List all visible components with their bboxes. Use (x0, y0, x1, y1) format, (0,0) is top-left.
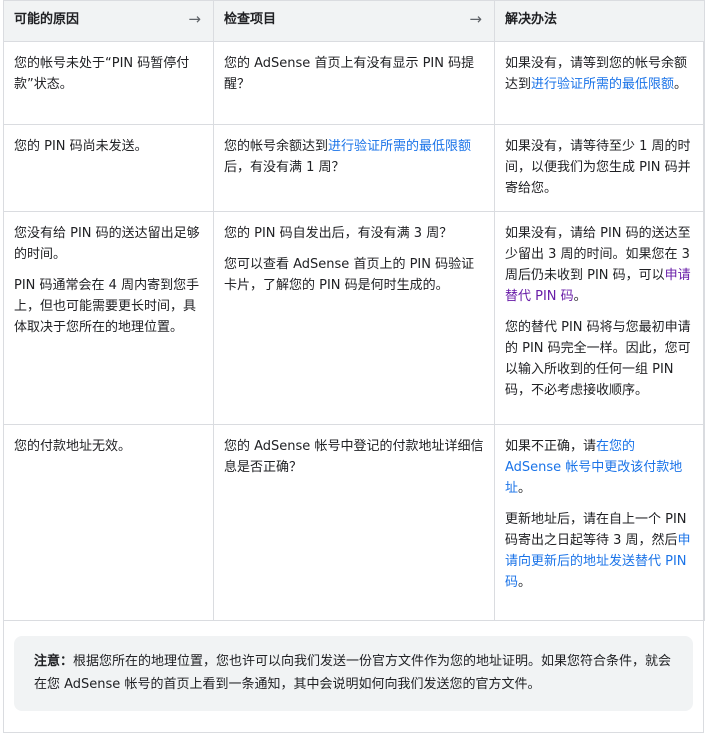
arrow-right-icon: → (469, 10, 482, 28)
header-check: 检查项目 → (213, 0, 495, 42)
header-fix: 解决办法 (494, 0, 705, 42)
fix-text: 如果没有，请给 PIN 码的送达至少留出 3 周的时间。如果您在 3 周后仍未收… (505, 223, 694, 307)
fix-text: 如果没有，请等到您的帐号余额达到进行验证所需的最低限额。 (505, 53, 694, 95)
check-text: 您的 AdSense 首页上有没有显示 PIN 码提醒？ (224, 56, 475, 92)
note-box: 注意：根据您所在的地理位置，您也许可以向我们发送一份官方文件作为您的地址证明。如… (14, 636, 693, 711)
check-text-suffix: 后，有没有满 1 周？ (224, 160, 345, 175)
cause-cell: 您没有给 PIN 码的送达留出足够的时间。 PIN 码通常会在 4 周内寄到您手… (3, 211, 214, 425)
check-text: 您的 PIN 码自发出后，有没有满 3 周？ (224, 226, 453, 241)
check-cell: 您的 AdSense 帐号中登记的付款地址详细信息是否正确？ (213, 424, 495, 621)
fix-text-suffix: 。 (573, 289, 587, 304)
cause-text: 您没有给 PIN 码的送达留出足够的时间。 (14, 226, 200, 262)
fix-cell: 如果没有，请给 PIN 码的送达至少留出 3 周的时间。如果您在 3 周后仍未收… (494, 211, 705, 425)
check-cell: 您的帐号余额达到进行验证所需的最低限额后，有没有满 1 周？ (213, 124, 495, 212)
fix-text-suffix: 。 (674, 77, 688, 92)
cause-text: 您的帐号未处于“PIN 码暂停付款”状态。 (14, 56, 190, 92)
fix-text: 如果不正确，请在您的 AdSense 帐号中更改该付款地址。 (505, 436, 694, 499)
fix-text-prefix: 如果没有，请给 PIN 码的送达至少留出 3 周的时间。如果您在 3 周后仍未收… (505, 226, 691, 283)
check-text: 您的 AdSense 帐号中登记的付款地址详细信息是否正确？ (224, 439, 484, 475)
check-detail-text: 您可以查看 AdSense 首页上的 PIN 码验证卡片，了解您的 PIN 码是… (224, 257, 475, 293)
table-row: 您没有给 PIN 码的送达留出足够的时间。 PIN 码通常会在 4 周内寄到您手… (3, 211, 705, 425)
fix-cell: 如果不正确，请在您的 AdSense 帐号中更改该付款地址。 更新地址后，请在自… (494, 424, 705, 621)
table-row: 您的帐号未处于“PIN 码暂停付款”状态。 您的 AdSense 首页上有没有显… (3, 41, 705, 125)
header-fix-label: 解决办法 (505, 12, 558, 27)
note-text: 根据您所在的地理位置，您也许可以向我们发送一份官方文件作为您的地址证明。如果您符… (34, 654, 672, 692)
table-header-row: 可能的原因 → 检查项目 → 解决办法 (3, 0, 705, 42)
cause-cell: 您的 PIN 码尚未发送。 (3, 124, 214, 212)
fix-cell: 如果没有，请等到您的帐号余额达到进行验证所需的最低限额。 (494, 41, 705, 125)
fix-text-suffix: 。 (518, 575, 532, 590)
min-threshold-link[interactable]: 进行验证所需的最低限额 (531, 77, 674, 92)
min-threshold-link[interactable]: 进行验证所需的最低限额 (328, 139, 471, 154)
note-container: 注意：根据您所在的地理位置，您也许可以向我们发送一份官方文件作为您的地址证明。如… (3, 620, 704, 733)
troubleshooting-table: 可能的原因 → 检查项目 → 解决办法 您的帐号未处于“PIN 码暂停付款”状态… (3, 0, 705, 621)
fix-detail-text: 更新地址后，请在自上一个 PIN 码寄出之日起等待 3 周，然后申请向更新后的地… (505, 509, 694, 593)
check-text-prefix: 您的帐号余额达到 (224, 139, 329, 154)
table-row: 您的 PIN 码尚未发送。 您的帐号余额达到进行验证所需的最低限额后，有没有满 … (3, 124, 705, 212)
check-text: 您的帐号余额达到进行验证所需的最低限额后，有没有满 1 周？ (224, 136, 484, 178)
fix-text-prefix: 更新地址后，请在自上一个 PIN 码寄出之日起等待 3 周，然后 (505, 512, 687, 548)
fix-cell: 如果没有，请等待至少 1 周的时间，以便我们为您生成 PIN 码并寄给您。 (494, 124, 705, 212)
header-cause: 可能的原因 → (3, 0, 214, 42)
cause-text: 您的付款地址无效。 (14, 439, 132, 454)
cause-text: 您的 PIN 码尚未发送。 (14, 139, 148, 154)
check-cell: 您的 AdSense 首页上有没有显示 PIN 码提醒？ (213, 41, 495, 125)
fix-text-prefix: 如果不正确，请 (505, 439, 597, 454)
fix-detail-text: 您的替代 PIN 码将与您最初申请的 PIN 码完全一样。因此，您可以输入所收到… (505, 320, 691, 398)
cause-detail-text: PIN 码通常会在 4 周内寄到您手上，但也可能需要更长时间，具体取决于您所在的… (14, 278, 200, 335)
table-row: 您的付款地址无效。 您的 AdSense 帐号中登记的付款地址详细信息是否正确？… (3, 424, 705, 621)
cause-cell: 您的帐号未处于“PIN 码暂停付款”状态。 (3, 41, 214, 125)
note-label: 注意： (34, 654, 74, 669)
arrow-right-icon: → (188, 10, 201, 28)
fix-text: 如果没有，请等待至少 1 周的时间，以便我们为您生成 PIN 码并寄给您。 (505, 139, 691, 196)
cause-cell: 您的付款地址无效。 (3, 424, 214, 621)
check-cell: 您的 PIN 码自发出后，有没有满 3 周？ 您可以查看 AdSense 首页上… (213, 211, 495, 425)
header-cause-label: 可能的原因 (14, 12, 80, 27)
fix-text-suffix: 。 (518, 481, 532, 496)
header-check-label: 检查项目 (224, 12, 277, 27)
